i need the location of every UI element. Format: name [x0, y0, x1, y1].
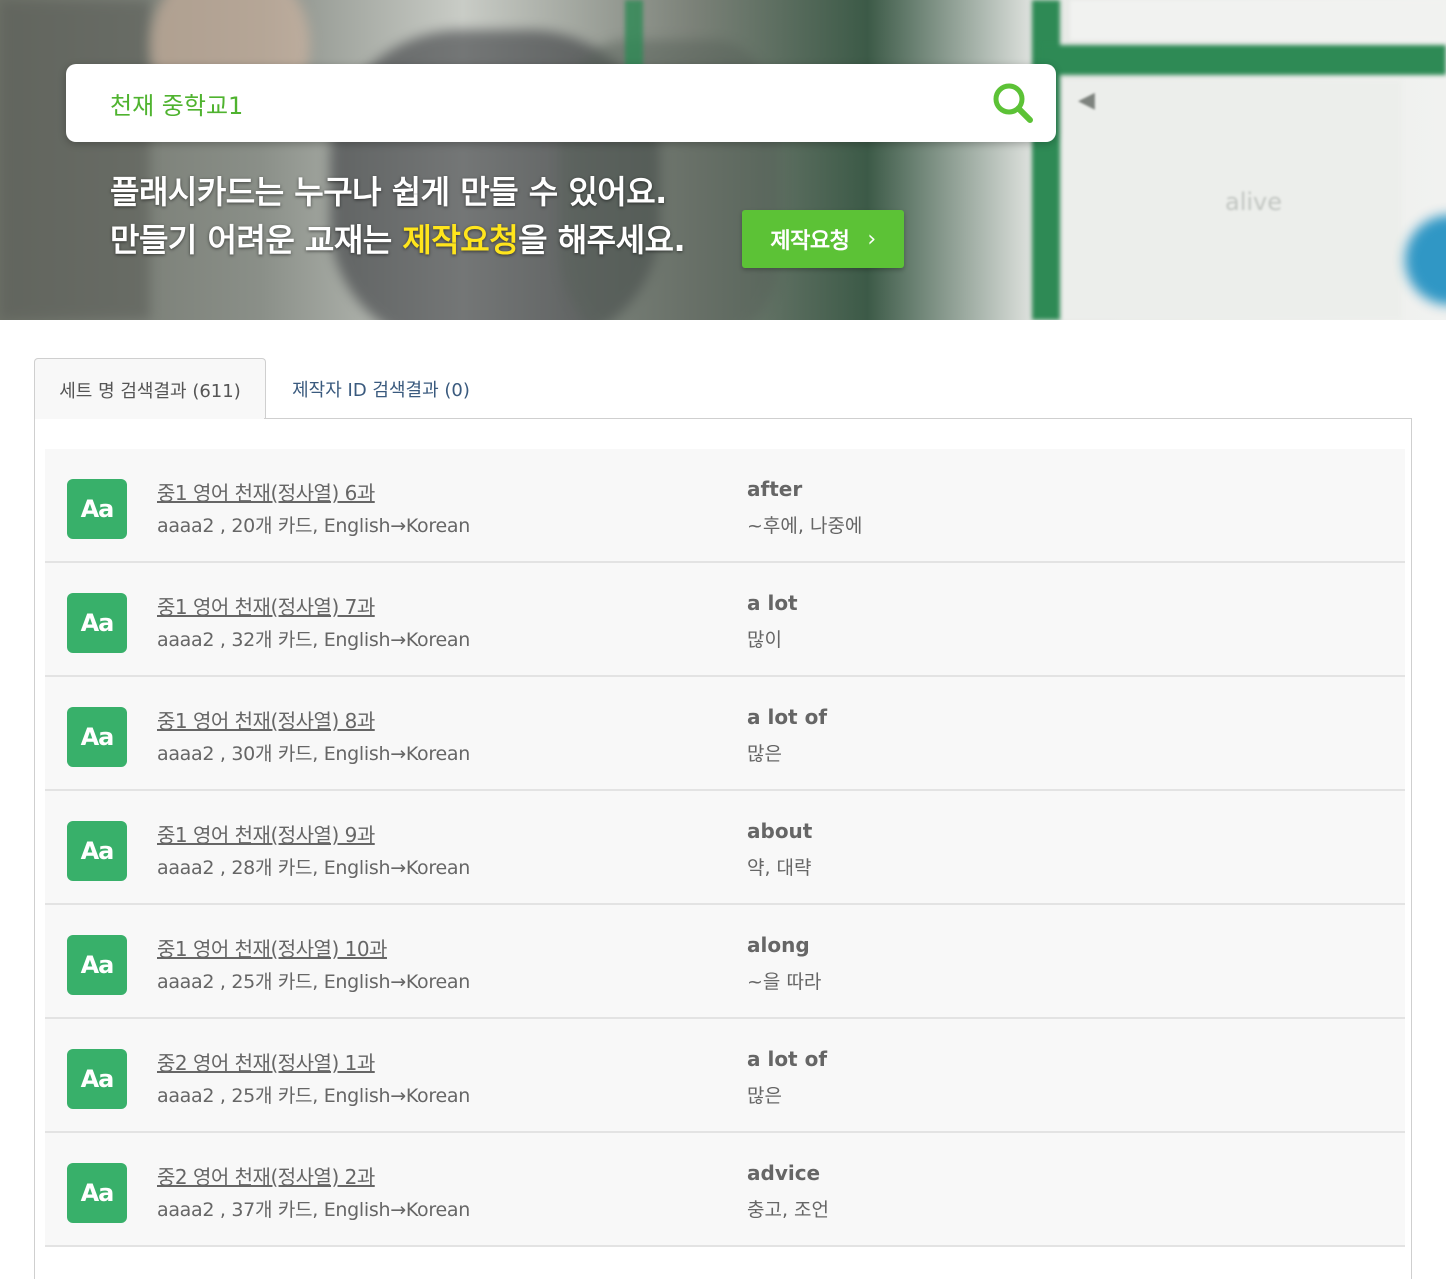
set-meta: aaaa2 , 30개 카드, English→Korean [157, 743, 470, 765]
tab-set-name-results[interactable]: 세트 명 검색결과 (611) [34, 358, 266, 420]
list-item[interactable]: Aa 중1 영어 천재(정사열) 10과 aaaa2 , 25개 카드, Eng… [45, 905, 1405, 1019]
sample-word: after [747, 477, 803, 501]
search-button[interactable] [990, 80, 1036, 126]
hero-bg-shape [0, 0, 150, 320]
set-meta: aaaa2 , 25개 카드, English→Korean [157, 1085, 470, 1107]
hero-line-2-end: 을 해주세요. [518, 221, 686, 259]
hero-bg-shape [1405, 215, 1446, 305]
list-item[interactable]: Aa 중1 영어 천재(정사열) 9과 aaaa2 , 28개 카드, Engl… [45, 791, 1405, 905]
sample-definition: 많은 [747, 743, 782, 765]
result-tabs: 세트 명 검색결과 (611) 제작자 ID 검색결과 (0) [34, 358, 1412, 420]
list-item[interactable]: Aa 중2 영어 천재(정사열) 1과 aaaa2 , 25개 카드, Engl… [45, 1019, 1405, 1133]
sample-definition: ~을 따라 [747, 971, 822, 993]
request-button[interactable]: 제작요청 › [742, 210, 904, 268]
sample-definition: ~후에, 나중에 [747, 515, 863, 537]
sample-word: a lot of [747, 705, 828, 729]
hero-bg-arrow-icon: ◀ [1078, 88, 1095, 113]
results-panel: Aa 중1 영어 천재(정사열) 6과 aaaa2 , 20개 카드, Engl… [34, 419, 1412, 1279]
set-title-link[interactable]: 중1 영어 천재(정사열) 6과 [157, 477, 375, 506]
list-item[interactable]: Aa 중1 영어 천재(정사열) 8과 aaaa2 , 30개 카드, Engl… [45, 677, 1405, 791]
card-set-icon: Aa [67, 935, 127, 995]
hero-bg-shape [625, 0, 643, 70]
set-title-link[interactable]: 중1 영어 천재(정사열) 7과 [157, 591, 375, 620]
request-button-label: 제작요청 [770, 229, 850, 254]
sample-word: along [747, 933, 810, 957]
list-item[interactable]: Aa 중2 영어 천재(정사열) 2과 aaaa2 , 37개 카드, Engl… [45, 1133, 1405, 1247]
card-set-icon: Aa [67, 479, 127, 539]
hero-bg-text: alive [1225, 188, 1283, 216]
search-input[interactable] [110, 83, 980, 123]
tab-label: 세트 명 검색결과 (611) [59, 380, 241, 402]
set-title-link[interactable]: 중1 영어 천재(정사열) 9과 [157, 819, 375, 848]
hero-line-2: 만들기 어려운 교재는 제작요청을 해주세요. [110, 216, 686, 264]
sample-word: advice [747, 1161, 821, 1185]
set-meta: aaaa2 , 32개 카드, English→Korean [157, 629, 470, 651]
sample-definition: 많이 [747, 629, 782, 651]
sample-definition: 많은 [747, 1085, 782, 1107]
hero-bg-shape [1070, 0, 1446, 40]
card-set-icon: Aa [67, 593, 127, 653]
set-title-link[interactable]: 중2 영어 천재(정사열) 2과 [157, 1161, 375, 1190]
tab-creator-id-results[interactable]: 제작자 ID 검색결과 (0) [266, 358, 496, 420]
list-item[interactable]: Aa 중1 영어 천재(정사열) 7과 aaaa2 , 32개 카드, Engl… [45, 563, 1405, 677]
list-item[interactable]: Aa 중1 영어 천재(정사열) 6과 aaaa2 , 20개 카드, Engl… [45, 449, 1405, 563]
set-meta: aaaa2 , 37개 카드, English→Korean [157, 1199, 470, 1221]
set-meta: aaaa2 , 25개 카드, English→Korean [157, 971, 470, 993]
card-set-icon: Aa [67, 1049, 127, 1109]
search-box [66, 64, 1056, 142]
results-list: Aa 중1 영어 천재(정사열) 6과 aaaa2 , 20개 카드, Engl… [45, 449, 1405, 1247]
hero-line-1: 플래시카드는 누구나 쉽게 만들 수 있어요. [110, 173, 667, 211]
sample-definition: 약, 대략 [747, 857, 812, 879]
sample-word: a lot [747, 591, 798, 615]
hero-highlight: 제작요청 [402, 221, 519, 259]
card-set-icon: Aa [67, 707, 127, 767]
tab-label: 제작자 ID 검색결과 (0) [292, 380, 470, 401]
card-set-icon: Aa [67, 1163, 127, 1223]
chevron-right-icon: › [867, 226, 876, 252]
search-icon [993, 83, 1033, 123]
hero-banner: ◀ alive 플래시카드는 누구나 쉽게 만들 수 있어요. 만들기 어려운 … [0, 0, 1446, 320]
set-title-link[interactable]: 중1 영어 천재(정사열) 8과 [157, 705, 375, 734]
hero-bg-shape [1040, 45, 1446, 75]
sample-word: about [747, 819, 813, 843]
set-meta: aaaa2 , 28개 카드, English→Korean [157, 857, 470, 879]
card-set-icon: Aa [67, 821, 127, 881]
set-title-link[interactable]: 중1 영어 천재(정사열) 10과 [157, 933, 387, 962]
sample-word: a lot of [747, 1047, 828, 1071]
sample-definition: 충고, 조언 [747, 1199, 829, 1221]
set-meta: aaaa2 , 20개 카드, English→Korean [157, 515, 470, 537]
hero-message: 플래시카드는 누구나 쉽게 만들 수 있어요. 만들기 어려운 교재는 제작요청… [110, 168, 686, 264]
set-title-link[interactable]: 중2 영어 천재(정사열) 1과 [157, 1047, 375, 1076]
hero-line-2-start: 만들기 어려운 교재는 [110, 221, 403, 259]
